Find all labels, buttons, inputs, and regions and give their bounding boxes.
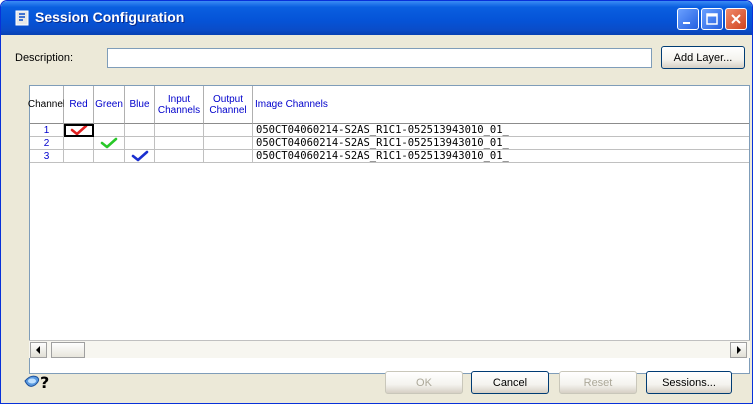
row-3-image-channel[interactable]: 050CT04060214-S2AS_R1C1-052513943010_01_ — [253, 150, 749, 163]
row-1-green-cell[interactable] — [94, 124, 125, 137]
blue-check-icon — [131, 150, 148, 162]
header-red[interactable]: Red — [64, 86, 94, 124]
row-1-channel: 1 — [30, 124, 64, 137]
ok-button[interactable]: OK — [385, 371, 463, 394]
maximize-icon — [706, 13, 718, 25]
row-2-channel: 2 — [30, 137, 64, 150]
header-output-channel[interactable]: Output Channel — [204, 86, 253, 124]
description-label: Description: — [15, 52, 74, 64]
row-1-output-cell[interactable] — [204, 124, 253, 137]
scroll-right-button[interactable] — [730, 342, 747, 358]
scroll-left-button[interactable] — [30, 342, 47, 358]
help-icon[interactable]: ? — [23, 371, 53, 393]
minimize-icon — [683, 22, 690, 24]
close-icon — [731, 14, 741, 24]
horizontal-scrollbar[interactable] — [29, 340, 750, 358]
row-3-green-cell[interactable] — [94, 150, 125, 163]
session-configuration-window: Session Configuration Description: Add L… — [0, 0, 753, 404]
row-2-green-cell[interactable] — [94, 137, 125, 150]
red-check-icon — [70, 124, 87, 136]
row-1-image-channel[interactable]: 050CT04060214-S2AS_R1C1-052513943010_01_ — [253, 124, 749, 137]
header-blue[interactable]: Blue — [125, 86, 155, 124]
row-1-input-cell[interactable] — [155, 124, 204, 137]
scroll-left-arrow-icon — [36, 346, 40, 354]
header-channel[interactable]: Channel — [28, 86, 65, 124]
row-2-blue-cell[interactable] — [125, 137, 155, 150]
scrollbar-thumb[interactable] — [51, 342, 85, 358]
row-1-blue-cell[interactable] — [125, 124, 155, 137]
scroll-right-arrow-icon — [737, 346, 741, 354]
row-3-input-cell[interactable] — [155, 150, 204, 163]
app-icon — [15, 10, 29, 26]
row-2-output-cell[interactable] — [204, 137, 253, 150]
header-input-channels[interactable]: Input Channels — [155, 86, 204, 124]
header-green[interactable]: Green — [94, 86, 125, 124]
row-3-blue-cell[interactable] — [125, 150, 155, 163]
add-layer-button[interactable]: Add Layer... — [661, 46, 745, 69]
row-2-input-cell[interactable] — [155, 137, 204, 150]
header-image-channels[interactable]: Image Channels — [253, 86, 749, 124]
maximize-button[interactable] — [701, 8, 723, 30]
row-1-red-cell[interactable] — [64, 124, 94, 137]
cancel-button[interactable]: Cancel — [471, 371, 549, 394]
row-3-red-cell[interactable] — [64, 150, 94, 163]
channel-grid: Channel Red Green Blue Input Channels Ou… — [28, 85, 750, 374]
row-2-red-cell[interactable] — [64, 137, 94, 150]
close-button[interactable] — [725, 8, 747, 30]
row-2-image-channel[interactable]: 050CT04060214-S2AS_R1C1-052513943010_01_ — [253, 137, 749, 150]
reset-button[interactable]: Reset — [559, 371, 637, 394]
svg-text:?: ? — [40, 373, 49, 392]
minimize-button[interactable] — [677, 8, 699, 30]
window-title: Session Configuration — [35, 9, 185, 25]
green-check-icon — [100, 137, 118, 149]
row-3-output-cell[interactable] — [204, 150, 253, 163]
row-3-channel: 3 — [30, 150, 64, 163]
title-bar[interactable]: Session Configuration — [1, 1, 752, 35]
sessions-button[interactable]: Sessions... — [646, 371, 732, 394]
description-input[interactable] — [107, 48, 652, 68]
